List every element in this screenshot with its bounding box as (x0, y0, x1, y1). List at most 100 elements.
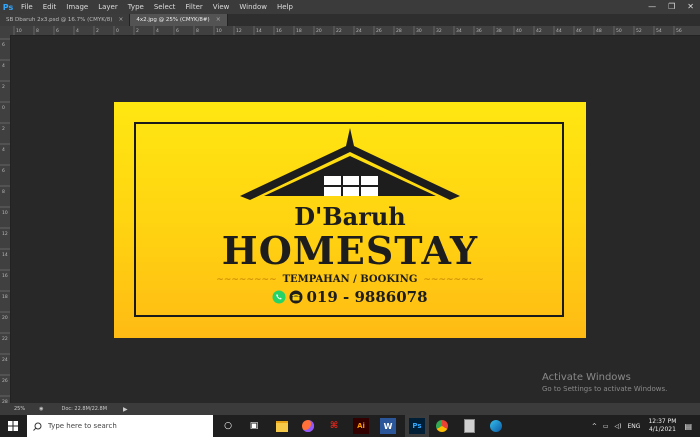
menu-layer[interactable]: Layer (93, 0, 123, 14)
search-placeholder: Type here to search (48, 422, 117, 430)
tab-sb-dbaruh[interactable]: SB Dbaruh 2x3.psd @ 16.7% (CMYK/8) × (0, 14, 131, 26)
ruler-label: 22 (336, 28, 342, 34)
ruler-label: 32 (436, 28, 442, 34)
activate-title: Activate Windows (542, 372, 631, 383)
ruler-label: 54 (656, 28, 662, 34)
phone-number: 019 - 9886078 (306, 288, 428, 306)
menu-image[interactable]: Image (61, 0, 93, 14)
menu-help[interactable]: Help (272, 0, 298, 14)
restore-icon[interactable]: ❐ (668, 0, 675, 14)
ruler-label: 44 (556, 28, 562, 34)
ruler-label: 4 (2, 147, 5, 153)
ruler-label: 10 (2, 210, 8, 216)
close-icon[interactable]: ✕ (687, 0, 694, 14)
ruler-label: 24 (356, 28, 362, 34)
menu-filter[interactable]: Filter (180, 0, 207, 14)
cortana-icon[interactable]: ○ (220, 418, 236, 434)
minimize-icon[interactable]: — (648, 0, 656, 14)
ruler-label: 48 (596, 28, 602, 34)
ruler-label: 4 (76, 28, 79, 34)
photoshop-icon[interactable]: Ps (409, 418, 425, 434)
activate-subtitle: Go to Settings to activate Windows. (542, 385, 668, 393)
ruler-label: 26 (376, 28, 382, 34)
network-icon[interactable]: ▭ (603, 423, 609, 430)
zoom-level[interactable]: 25% (14, 406, 25, 412)
ruler-label: 20 (2, 315, 8, 321)
ruler-label: 50 (616, 28, 622, 34)
ruler-label: 8 (196, 28, 199, 34)
volume-icon[interactable]: ◁) (615, 423, 622, 430)
ruler-label: 30 (416, 28, 422, 34)
tab-4x2[interactable]: 4x2.jpg @ 25% (CMYK/8#) × (130, 14, 228, 26)
ruler-label: 52 (636, 28, 642, 34)
ruler-label: 14 (256, 28, 262, 34)
window-controls: — ❐ ✕ (648, 0, 694, 14)
system-tray: ^ ▭ ◁) ENG 12:37 PM 4/1/2021 ▤ (592, 415, 700, 437)
homestay-sign-document[interactable]: D'Baruh HOMESTAY ~~~~~~~~ TEMPAHAN / BOO… (114, 102, 586, 338)
calculator-icon[interactable] (461, 418, 477, 434)
ruler-label: 12 (236, 28, 242, 34)
tab-label: 4x2.jpg @ 25% (CMYK/8#) (136, 17, 210, 23)
menu-bar: Ps File Edit Image Layer Type Select Fil… (0, 0, 700, 14)
language-indicator[interactable]: ENG (628, 423, 641, 430)
start-button[interactable] (0, 415, 26, 437)
ruler-label: 2 (2, 84, 5, 90)
vertical-ruler[interactable]: 6420246810121416182022242628 (0, 35, 11, 403)
ruler-label: 22 (2, 336, 8, 342)
horizontal-ruler[interactable]: 10 8 6 4 2 0 2 4 6 8 10 12 14 16 18 20 22 24 26 28 30 32 34 36 3… (10, 26, 700, 36)
notifications-icon[interactable]: ▤ (684, 422, 692, 431)
chrome-icon[interactable] (434, 418, 450, 434)
menu-window[interactable]: Window (234, 0, 272, 14)
menu-view[interactable]: View (208, 0, 235, 14)
ruler-corner (0, 26, 10, 35)
tray-chevron-icon[interactable]: ^ (592, 423, 597, 430)
ruler-label: 6 (2, 42, 5, 48)
ruler-label: 24 (2, 357, 8, 363)
taskbar-search-box[interactable]: Type here to search (27, 415, 213, 437)
telephone-icon (289, 290, 303, 304)
search-icon (33, 422, 42, 431)
menu-select[interactable]: Select (149, 0, 181, 14)
ruler-label: 12 (2, 231, 8, 237)
ruler-label: 56 (676, 28, 682, 34)
status-arrow-icon[interactable]: ▶ (123, 406, 128, 413)
file-explorer-icon[interactable] (274, 418, 290, 434)
menu-file[interactable]: File (16, 0, 38, 14)
word-icon[interactable]: W (380, 418, 396, 434)
clock-date: 4/1/2021 (648, 426, 676, 433)
firefox-icon[interactable] (300, 418, 316, 434)
ruler-label: 2 (96, 28, 99, 34)
doc-size: Doc: 22.8M/22.8M (61, 406, 108, 412)
ruler-label: 40 (516, 28, 522, 34)
ruler-label: 0 (2, 105, 5, 111)
ruler-label: 16 (2, 273, 8, 279)
edge-icon[interactable] (488, 418, 504, 434)
homestay-title: HOMESTAY (221, 228, 479, 273)
tab-close-icon[interactable]: × (118, 14, 123, 26)
ruler-label: 34 (456, 28, 462, 34)
task-view-icon[interactable]: ▣ (246, 418, 262, 434)
menu-type[interactable]: Type (123, 0, 149, 14)
windows-logo-icon (8, 421, 18, 431)
tab-close-icon[interactable]: × (216, 14, 221, 26)
acrobat-icon[interactable]: ⌘ (326, 418, 342, 434)
ruler-label: 42 (536, 28, 542, 34)
menu-edit[interactable]: Edit (38, 0, 62, 14)
clock[interactable]: 12:37 PM 4/1/2021 (648, 418, 676, 434)
phone-row: 019 - 9886078 (114, 288, 586, 306)
document-tab-bar: SB Dbaruh 2x3.psd @ 16.7% (CMYK/8) × 4x2… (0, 14, 700, 26)
windows-taskbar: Type here to search ○ ▣ ⌘ Ai W Ps ^ ▭ ◁)… (0, 415, 700, 437)
ruler-label: 6 (176, 28, 179, 34)
ruler-label: 28 (396, 28, 402, 34)
ruler-label: 36 (476, 28, 482, 34)
flourish-left-icon: ~~~~~~~~ (216, 274, 277, 285)
ruler-label: 4 (156, 28, 159, 34)
flourish-right-icon: ~~~~~~~~ (423, 274, 484, 285)
ruler-label: 16 (276, 28, 282, 34)
ruler-label: 6 (2, 168, 5, 174)
ruler-label: 14 (2, 252, 8, 258)
illustrator-icon[interactable]: Ai (353, 418, 369, 434)
brand-name: D'Baruh (294, 202, 406, 231)
photoshop-logo: Ps (2, 2, 14, 12)
booking-row: ~~~~~~~~ TEMPAHAN / BOOKING ~~~~~~~~ (114, 274, 586, 285)
